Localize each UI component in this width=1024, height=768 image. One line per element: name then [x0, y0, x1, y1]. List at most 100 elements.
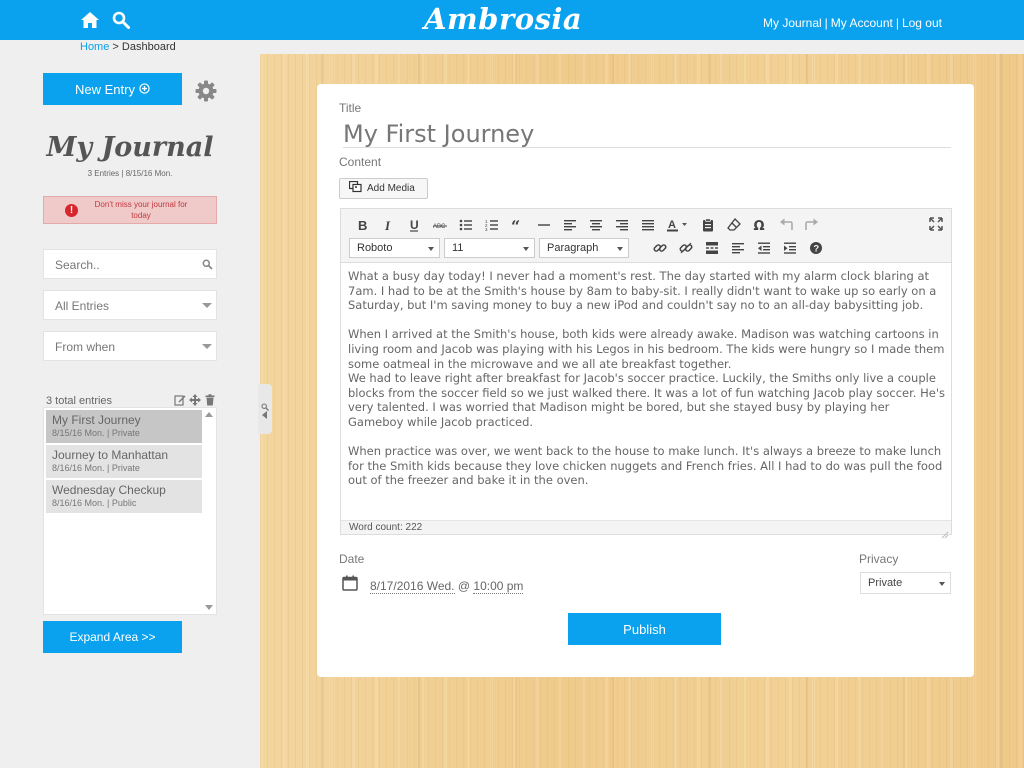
time-value[interactable]: 10:00 pm [473, 579, 524, 594]
privacy-label: Privacy [859, 552, 899, 566]
content-paragraph: When I arrived at the Smith's house, bot… [348, 327, 945, 371]
journal-reminder-alert[interactable]: ! Don't miss your journal for today [43, 196, 217, 224]
svg-text:A: A [668, 219, 676, 231]
top-bar: Ambrosia My Journal | My Account | Log out [0, 0, 1024, 40]
new-entry-label: New Entry [75, 81, 135, 97]
undo-icon[interactable] [773, 216, 799, 234]
list-item[interactable]: My First Journey 8/15/16 Mon. | Private [46, 410, 202, 443]
privacy-select[interactable]: Private [860, 572, 951, 594]
breadcrumb: Home > Dashboard [80, 41, 176, 53]
content-paragraph: What a busy day today! I never had a mom… [348, 269, 937, 313]
from-when-select[interactable]: From when [43, 331, 217, 361]
underline-icon[interactable]: U [401, 216, 427, 234]
redo-icon[interactable] [799, 216, 825, 234]
entry-meta: 8/15/16 Mon. | Private [52, 428, 140, 438]
remove-link-icon[interactable] [673, 239, 699, 257]
search-icon[interactable] [261, 396, 269, 411]
fullscreen-icon[interactable] [929, 216, 943, 231]
top-nav: My Journal | My Account | Log out [763, 16, 942, 30]
home-icon[interactable] [80, 11, 100, 29]
align-right-icon[interactable] [609, 216, 635, 234]
bold-icon[interactable]: B [349, 216, 375, 234]
nav-my-account[interactable]: My Account [831, 16, 893, 30]
numbered-list-icon[interactable]: 123 [479, 216, 505, 234]
rich-text-editor[interactable]: B I U ABC 123 “ A Ω Roboto 11 Paragraph … [340, 208, 952, 539]
trash-icon[interactable] [204, 391, 216, 406]
entries-filter-select[interactable]: All Entries [43, 290, 217, 320]
help-icon[interactable]: ? [803, 239, 829, 257]
editor-content[interactable]: What a busy day today! I never had a mom… [348, 269, 946, 503]
chevron-down-icon [202, 344, 212, 349]
align-left-icon[interactable] [557, 216, 583, 234]
sidebar-collapse-tab[interactable] [258, 384, 272, 434]
special-character-icon[interactable]: Ω [747, 216, 773, 234]
font-size-select[interactable]: 11 [444, 238, 535, 258]
move-icon[interactable] [189, 391, 201, 406]
gear-icon[interactable] [194, 79, 218, 103]
insert-link-icon[interactable] [647, 239, 673, 257]
svg-text:“: “ [511, 218, 520, 232]
chevron-down-icon [428, 247, 434, 251]
list-item[interactable]: Journey to Manhattan 8/16/16 Mon. | Priv… [46, 445, 202, 478]
from-when-value: From when [55, 340, 116, 354]
resize-handle-icon[interactable] [941, 524, 949, 539]
date-time-value[interactable]: 8/17/2016 Wed. @ 10:00 pm [370, 579, 524, 594]
entry-title: My First Journey [52, 413, 141, 427]
entries-list[interactable]: My First Journey 8/15/16 Mon. | Private … [43, 407, 217, 615]
edit-icon[interactable] [174, 391, 186, 406]
breadcrumb-home[interactable]: Home [80, 41, 109, 53]
search-input[interactable]: Search.. [43, 249, 217, 279]
font-family-select[interactable]: Roboto [349, 238, 440, 258]
paste-text-icon[interactable] [695, 216, 721, 234]
font-family-value: Roboto [357, 242, 393, 254]
content-paragraph: We had to leave right after breakfast fo… [348, 371, 945, 429]
collapse-arrow-icon[interactable] [262, 411, 267, 419]
font-size-value: 11 [452, 242, 464, 254]
italic-icon[interactable]: I [375, 216, 401, 234]
strikethrough-icon[interactable]: ABC [427, 216, 453, 234]
chevron-down-icon [617, 247, 623, 251]
date-value[interactable]: 8/17/2016 Wed. [370, 579, 455, 594]
search-icon[interactable] [202, 259, 213, 270]
align-justify-icon[interactable] [635, 216, 661, 234]
title-input[interactable]: My First Journey [343, 120, 951, 148]
chevron-down-icon [202, 303, 212, 308]
indent-icon[interactable] [777, 239, 803, 257]
blockquote-icon[interactable]: “ [505, 216, 531, 234]
scroll-down-arrow[interactable] [205, 605, 213, 610]
svg-text:B: B [358, 218, 367, 232]
new-entry-button[interactable]: New Entry [43, 73, 182, 105]
add-media-icon [348, 180, 363, 196]
breadcrumb-current: Dashboard [121, 41, 176, 53]
add-media-button[interactable]: Add Media [339, 178, 428, 199]
expand-area-button[interactable]: Expand Area >> [43, 621, 182, 653]
align-left-icon[interactable] [725, 239, 751, 257]
calendar-icon[interactable] [342, 575, 358, 591]
add-media-label: Add Media [367, 183, 415, 194]
nav-separator: | [895, 16, 899, 30]
brand-logo[interactable]: Ambrosia [424, 2, 582, 36]
chevron-down-icon [523, 247, 529, 251]
bullet-list-icon[interactable] [453, 216, 479, 234]
editor-toolbar: B I U ABC 123 “ A Ω Roboto 11 Paragraph … [341, 209, 951, 263]
list-item[interactable]: Wednesday Checkup 8/16/16 Mon. | Public [46, 480, 202, 513]
publish-button[interactable]: Publish [568, 613, 721, 645]
clear-formatting-icon[interactable] [721, 216, 747, 234]
svg-text:3: 3 [485, 227, 488, 232]
outdent-icon[interactable] [751, 239, 777, 257]
search-icon[interactable] [112, 11, 130, 29]
svg-text:?: ? [813, 244, 819, 255]
block-format-select[interactable]: Paragraph [539, 238, 629, 258]
word-count-value: 222 [405, 522, 423, 533]
horizontal-rule-icon[interactable] [531, 216, 557, 234]
read-more-icon[interactable] [699, 239, 725, 257]
alert-text: Don't miss your journal for today [94, 200, 188, 220]
block-format-value: Paragraph [547, 242, 599, 254]
nav-log-out[interactable]: Log out [902, 16, 942, 30]
entry-title: Journey to Manhattan [52, 448, 169, 462]
scroll-up-arrow[interactable] [205, 412, 213, 417]
align-center-icon[interactable] [583, 216, 609, 234]
exclamation-icon: ! [65, 204, 78, 217]
text-color-icon[interactable]: A [661, 216, 695, 234]
nav-my-journal[interactable]: My Journal [763, 16, 822, 30]
